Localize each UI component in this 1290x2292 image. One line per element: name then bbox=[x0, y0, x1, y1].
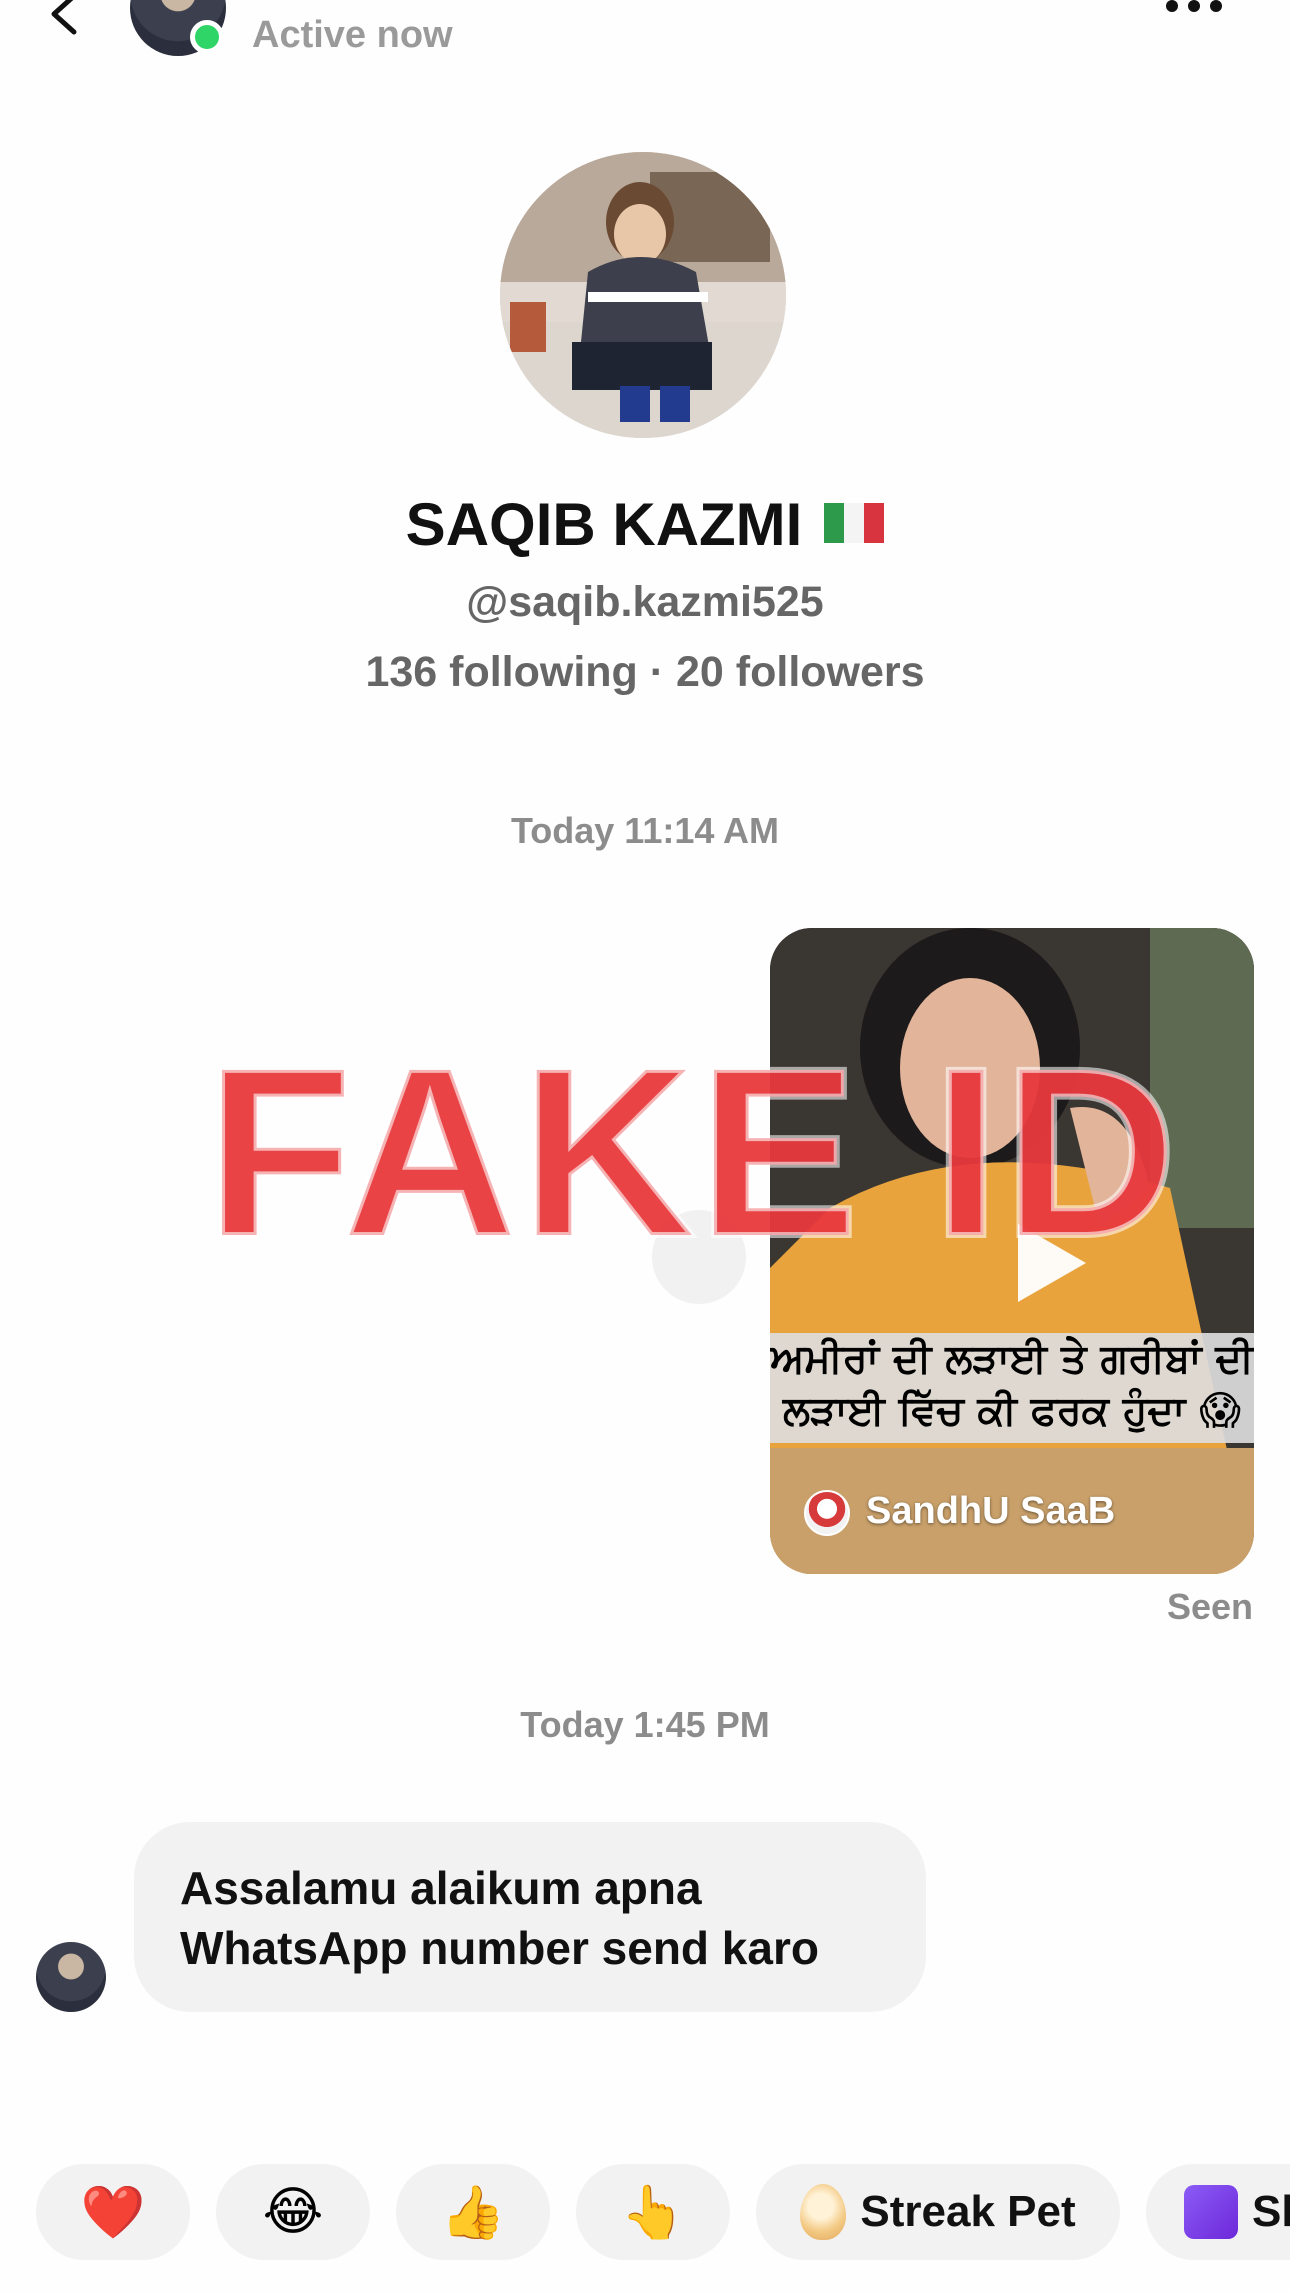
fake-id-overlay: FAKE ID bbox=[203, 1018, 1181, 1286]
profile-photo[interactable] bbox=[500, 152, 786, 438]
pointing-up-reaction-button[interactable]: 👆 bbox=[576, 2164, 730, 2260]
streak-pet-button[interactable]: Streak Pet bbox=[756, 2164, 1120, 2260]
chat-screen: Active now SAQIB KAZMI @saqib.kazmi525 1… bbox=[0, 0, 1290, 2292]
timestamp: Today 1:45 PM bbox=[520, 1704, 770, 1745]
pointing-up-icon: 👆 bbox=[620, 2182, 686, 2243]
video-author-name: SandhU SaaB bbox=[866, 1490, 1116, 1532]
thumbs-up-reaction-button[interactable]: 👍 bbox=[396, 2164, 550, 2260]
share-shortcut-label: Sh bbox=[1252, 2187, 1290, 2236]
share-shortcut-button[interactable]: Sh bbox=[1146, 2164, 1290, 2260]
video-author-avatar bbox=[804, 1490, 850, 1536]
profile-handle[interactable]: @saqib.kazmi525 bbox=[0, 578, 1290, 627]
thumbs-up-icon: 👍 bbox=[440, 2182, 506, 2243]
profile-name-text: SAQIB KAZMI bbox=[405, 491, 803, 558]
streak-pet-egg-icon bbox=[800, 2184, 847, 2240]
laughing-face-icon: 😂 bbox=[262, 2182, 324, 2242]
online-status-dot bbox=[190, 20, 224, 54]
more-options-icon[interactable] bbox=[1164, 0, 1224, 18]
sender-avatar[interactable] bbox=[36, 1942, 106, 2012]
active-status-text: Active now bbox=[252, 14, 453, 56]
timestamp: Today 11:14 AM bbox=[510, 810, 780, 851]
laugh-reaction-button[interactable]: 😂 bbox=[216, 2164, 370, 2260]
seen-label: Seen bbox=[1166, 1586, 1253, 1627]
profile-name: SAQIB KAZMI bbox=[0, 490, 1290, 559]
incoming-message-bubble[interactable]: Assalamu alaikum apna WhatsApp number se… bbox=[134, 1822, 926, 2012]
video-caption: ਅਮੀਰਾਂ ਦੀ ਲੜਾਈ ਤੇ ਗਰੀਬਾਂ ਦੀ ਲੜਾਈ ਵਿੱਚ ਕੀ… bbox=[770, 1333, 1254, 1443]
back-arrow-icon[interactable] bbox=[40, 0, 90, 40]
heart-icon: ❤️ bbox=[80, 2182, 146, 2243]
streak-pet-label: Streak Pet bbox=[860, 2187, 1076, 2236]
profile-stats: 136 following · 20 followers bbox=[365, 648, 925, 696]
heart-reaction-button[interactable]: ❤️ bbox=[36, 2164, 190, 2260]
share-shortcut-icon bbox=[1184, 2185, 1238, 2239]
italy-flag-icon bbox=[824, 503, 885, 544]
profile-photo-image bbox=[500, 152, 786, 438]
